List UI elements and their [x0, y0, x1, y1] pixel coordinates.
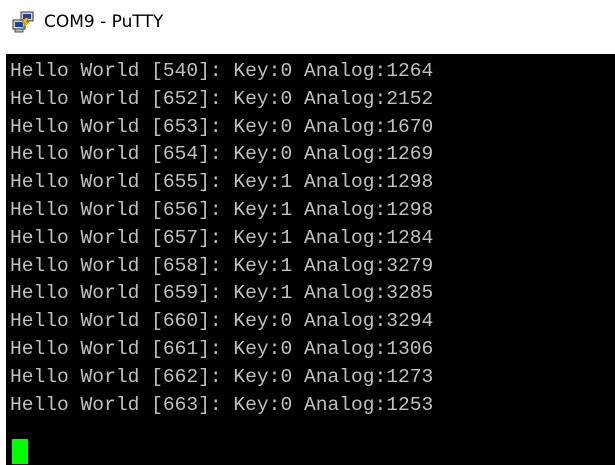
terminal-line: Hello World [654]: Key:0 Analog:1269 [10, 143, 434, 166]
terminal-line: Hello World [660]: Key:0 Analog:3294 [10, 310, 434, 333]
terminal-line: Hello World [540]: Key:0 Analog:1264 [10, 60, 434, 82]
terminal-line: Hello World [659]: Key:1 Analog:3285 [10, 282, 434, 305]
terminal-area[interactable]: Hello World [540]: Key:0 Analog:1264 Hel… [6, 54, 615, 465]
terminal-line: Hello World [653]: Key:0 Analog:1670 [10, 115, 434, 138]
terminal-line: Hello World [661]: Key:0 Analog:1306 [10, 337, 434, 360]
terminal-line: Hello World [656]: Key:1 Analog:1298 [10, 198, 434, 221]
terminal-line: Hello World [658]: Key:1 Analog:3279 [10, 254, 434, 277]
title-bar[interactable]: COM9 - PuTTY [0, 0, 615, 52]
terminal-line: Hello World [652]: Key:0 Analog:2152 [10, 87, 434, 110]
putty-window: COM9 - PuTTY Hello World [540]: Key:0 An… [0, 0, 615, 465]
terminal-line: Hello World [662]: Key:0 Analog:1273 [10, 365, 434, 388]
terminal-output: Hello World [540]: Key:0 Analog:1264 Hel… [10, 58, 433, 419]
terminal-line: Hello World [655]: Key:1 Analog:1298 [10, 171, 434, 194]
terminal-line: Hello World [663]: Key:0 Analog:1253 [10, 393, 434, 416]
terminal-line: Hello World [657]: Key:1 Analog:1284 [10, 226, 434, 249]
putty-icon[interactable] [12, 11, 34, 33]
window-title: COM9 - PuTTY [44, 12, 164, 32]
terminal-cursor [12, 439, 28, 464]
